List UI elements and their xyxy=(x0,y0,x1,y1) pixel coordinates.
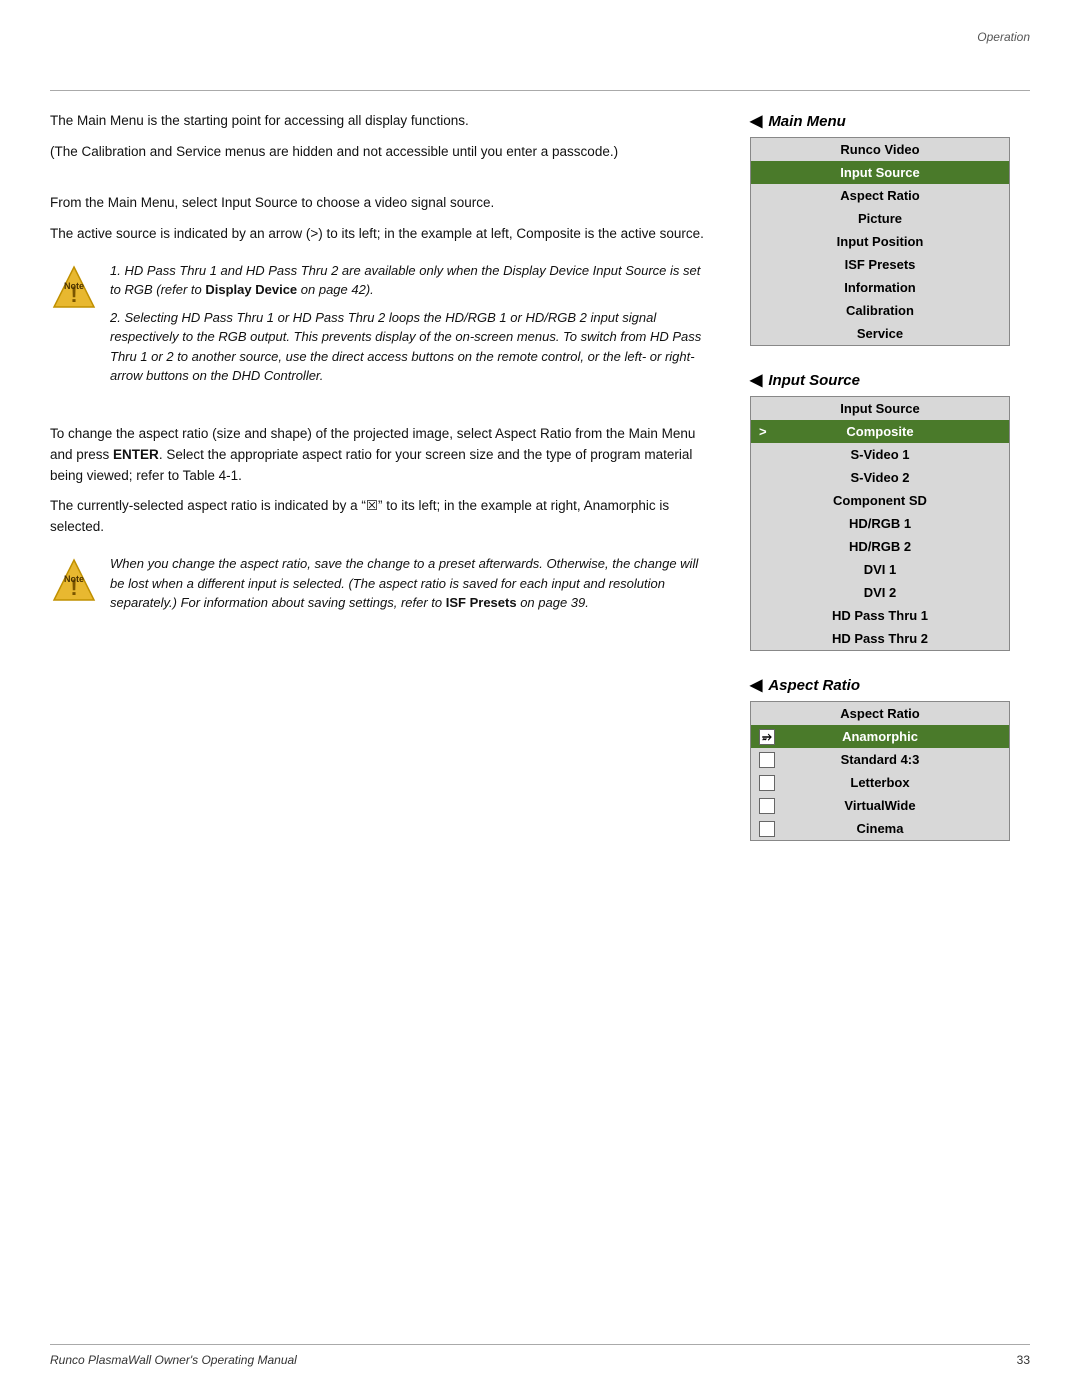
note-content-2: When you change the aspect ratio, save t… xyxy=(110,554,710,613)
input-source-note-block: ! Note 1. HD Pass Thru 1 and HD Pass Thr… xyxy=(50,261,710,394)
input-source-intro1: From the Main Menu, select Input Source … xyxy=(50,193,710,214)
aspect-ratio-title-text: Aspect Ratio xyxy=(768,677,860,694)
input-source-section: From the Main Menu, select Input Source … xyxy=(50,193,710,394)
menu-row-service: Service xyxy=(751,322,1009,345)
note-icon-1: ! Note xyxy=(50,263,98,311)
main-menu-panel-title: ◀ Main Menu xyxy=(750,111,1030,131)
note-line-1: 1. HD Pass Thru 1 and HD Pass Thru 2 are… xyxy=(110,261,710,300)
is-row-header: Input Source xyxy=(751,397,1009,420)
note-content-1: 1. HD Pass Thru 1 and HD Pass Thru 2 are… xyxy=(110,261,710,394)
is-row-composite[interactable]: > Composite xyxy=(751,420,1009,443)
footer-page-number: 33 xyxy=(1017,1353,1030,1367)
menu-row-picture: Picture xyxy=(751,207,1009,230)
is-row-svideo2: S-Video 2 xyxy=(751,466,1009,489)
main-menu-section: The Main Menu is the starting point for … xyxy=(50,111,710,163)
note-icon-2: ! Note xyxy=(50,556,98,604)
menu-row-information: Information xyxy=(751,276,1009,299)
svg-text:Note: Note xyxy=(64,574,84,584)
operation-label: Operation xyxy=(977,30,1030,44)
left-column: The Main Menu is the starting point for … xyxy=(50,111,720,865)
aspect-ratio-intro1: To change the aspect ratio (size and sha… xyxy=(50,424,710,487)
menu-row-aspect-ratio: Aspect Ratio xyxy=(751,184,1009,207)
aspect-ratio-section: To change the aspect ratio (size and sha… xyxy=(50,424,710,613)
menu-row-isf-presets: ISF Presets xyxy=(751,253,1009,276)
content-layout: The Main Menu is the starting point for … xyxy=(50,111,1030,865)
is-row-dvi1: DVI 1 xyxy=(751,558,1009,581)
cinema-checkbox xyxy=(759,821,775,837)
main-menu-title-text: Main Menu xyxy=(768,113,846,130)
menu-row-input-position: Input Position xyxy=(751,230,1009,253)
ar-row-header: Aspect Ratio xyxy=(751,702,1009,725)
ar-row-letterbox[interactable]: Letterbox xyxy=(751,771,1009,794)
ar-row-cinema[interactable]: Cinema xyxy=(751,817,1009,840)
main-menu-arrow-icon: ◀ xyxy=(750,111,762,131)
top-rule xyxy=(50,90,1030,91)
input-source-title-text: Input Source xyxy=(768,372,860,389)
ar-row-virtualwide[interactable]: VirtualWide xyxy=(751,794,1009,817)
ar-row-standard43[interactable]: Standard 4:3 xyxy=(751,748,1009,771)
virtualwide-checkbox xyxy=(759,798,775,814)
is-row-hdpassthru1: HD Pass Thru 1 xyxy=(751,604,1009,627)
svg-text:Note: Note xyxy=(64,281,84,291)
aspect-ratio-note-block: ! Note When you change the aspect ratio,… xyxy=(50,554,710,613)
footer-left: Runco PlasmaWall Owner's Operating Manua… xyxy=(50,1353,297,1367)
aspect-ratio-intro2: The currently-selected aspect ratio is i… xyxy=(50,496,710,538)
menu-row-input-source[interactable]: Input Source xyxy=(751,161,1009,184)
anamorphic-checkbox: ⥴ xyxy=(759,729,775,745)
is-row-hdpassthru2: HD Pass Thru 2 xyxy=(751,627,1009,650)
standard43-checkbox xyxy=(759,752,775,768)
composite-arrow-icon: > xyxy=(759,424,767,439)
input-source-panel-title: ◀ Input Source xyxy=(750,370,1030,390)
page-container: Operation The Main Menu is the starting … xyxy=(0,0,1080,1397)
main-menu-note: (The Calibration and Service menus are h… xyxy=(50,142,710,163)
input-source-arrow-icon: ◀ xyxy=(750,370,762,390)
main-menu-intro: The Main Menu is the starting point for … xyxy=(50,111,710,132)
input-source-panel: Input Source > Composite S-Video 1 S-Vid… xyxy=(750,396,1010,651)
aspect-ratio-arrow-icon: ◀ xyxy=(750,675,762,695)
page-footer: Runco PlasmaWall Owner's Operating Manua… xyxy=(50,1344,1030,1367)
menu-row-runco-video: Runco Video xyxy=(751,138,1009,161)
is-row-dvi2: DVI 2 xyxy=(751,581,1009,604)
is-row-component-sd: Component SD xyxy=(751,489,1009,512)
letterbox-checkbox xyxy=(759,775,775,791)
ar-row-anamorphic[interactable]: ⥴ Anamorphic xyxy=(751,725,1009,748)
main-menu-panel: Runco Video Input Source Aspect Ratio Pi… xyxy=(750,137,1010,346)
note-line-2: 2. Selecting HD Pass Thru 1 or HD Pass T… xyxy=(110,308,710,386)
aspect-ratio-panel-title: ◀ Aspect Ratio xyxy=(750,675,1030,695)
right-column: ◀ Main Menu Runco Video Input Source Asp… xyxy=(750,111,1030,865)
input-source-intro2: The active source is indicated by an arr… xyxy=(50,224,710,245)
is-row-svideo1: S-Video 1 xyxy=(751,443,1009,466)
aspect-ratio-panel: Aspect Ratio ⥴ Anamorphic Standard 4:3 L… xyxy=(750,701,1010,841)
is-row-hdrgb2: HD/RGB 2 xyxy=(751,535,1009,558)
menu-row-calibration: Calibration xyxy=(751,299,1009,322)
is-row-hdrgb1: HD/RGB 1 xyxy=(751,512,1009,535)
